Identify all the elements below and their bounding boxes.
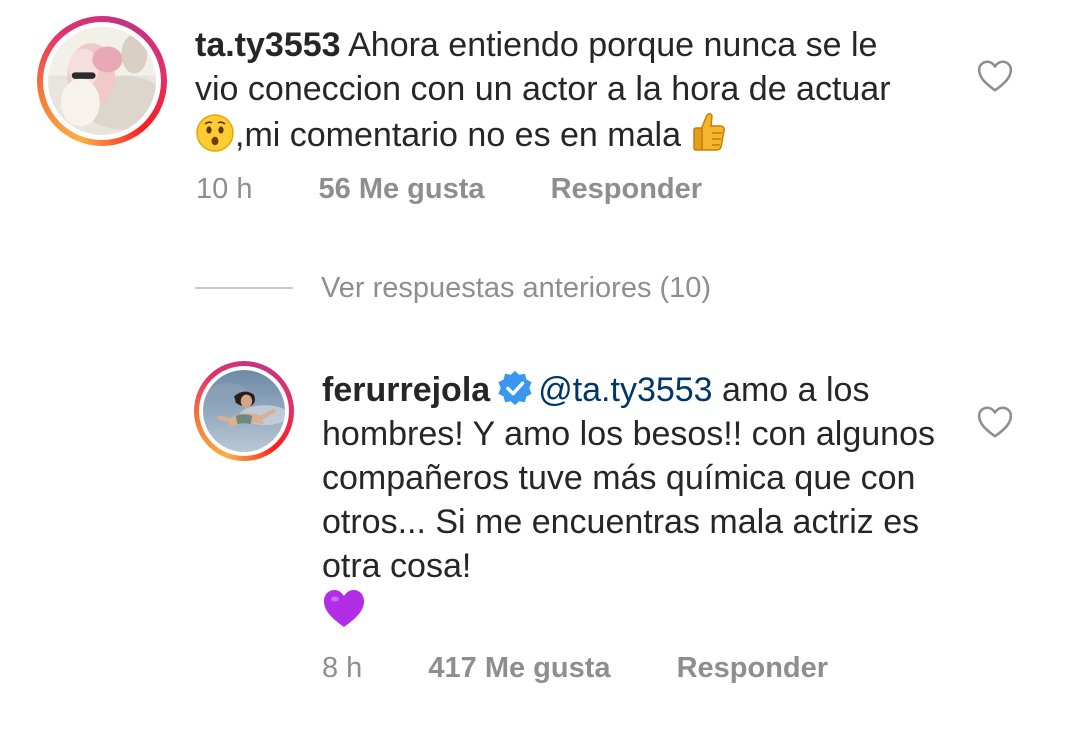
avatar-story-ring[interactable] <box>37 16 167 146</box>
reply-mention-link[interactable]: @ta.ty3553 <box>538 371 712 409</box>
reply-username[interactable]: ferurrejola <box>322 371 490 409</box>
reply-text: ferurrejola @ta.ty3553 amo a los hombres!… <box>322 368 962 641</box>
purple-heart-emoji-icon <box>322 588 366 641</box>
hushed-face-emoji-icon <box>195 113 235 164</box>
avatar[interactable] <box>48 27 156 135</box>
comment-text: ta.ty3553 Ahora entiendo porque nunca se… <box>195 23 925 164</box>
comment-body-continued: ,mi comentario no es en mala <box>235 116 691 154</box>
reply-time: 8 h <box>322 652 363 684</box>
replies-divider-line <box>195 287 293 289</box>
avatar-gap <box>43 22 161 140</box>
like-heart-icon[interactable] <box>976 404 1014 440</box>
comment-time: 10 h <box>196 173 253 205</box>
view-replies-label: Ver respuestas anteriores (10) <box>321 271 712 304</box>
comment-meta: 10 h 56 Me gusta Responder <box>196 173 702 206</box>
likes-count[interactable]: 56 Me gusta <box>319 173 485 206</box>
reply-meta: 8 h 417 Me gusta Responder <box>322 652 828 685</box>
thumbs-up-emoji-icon <box>690 111 726 164</box>
likes-count[interactable]: 417 Me gusta <box>428 652 610 685</box>
comment-username[interactable]: ta.ty3553 <box>195 26 341 64</box>
avatar-story-ring[interactable] <box>194 361 294 461</box>
avatar[interactable] <box>203 370 285 452</box>
avatar-gap <box>199 366 289 456</box>
verified-badge-icon <box>496 369 534 407</box>
view-previous-replies-button[interactable]: Ver respuestas anteriores (10) <box>195 270 711 306</box>
like-heart-icon[interactable] <box>976 58 1014 94</box>
reply-button[interactable]: Responder <box>551 173 702 206</box>
reply-button[interactable]: Responder <box>677 652 828 685</box>
